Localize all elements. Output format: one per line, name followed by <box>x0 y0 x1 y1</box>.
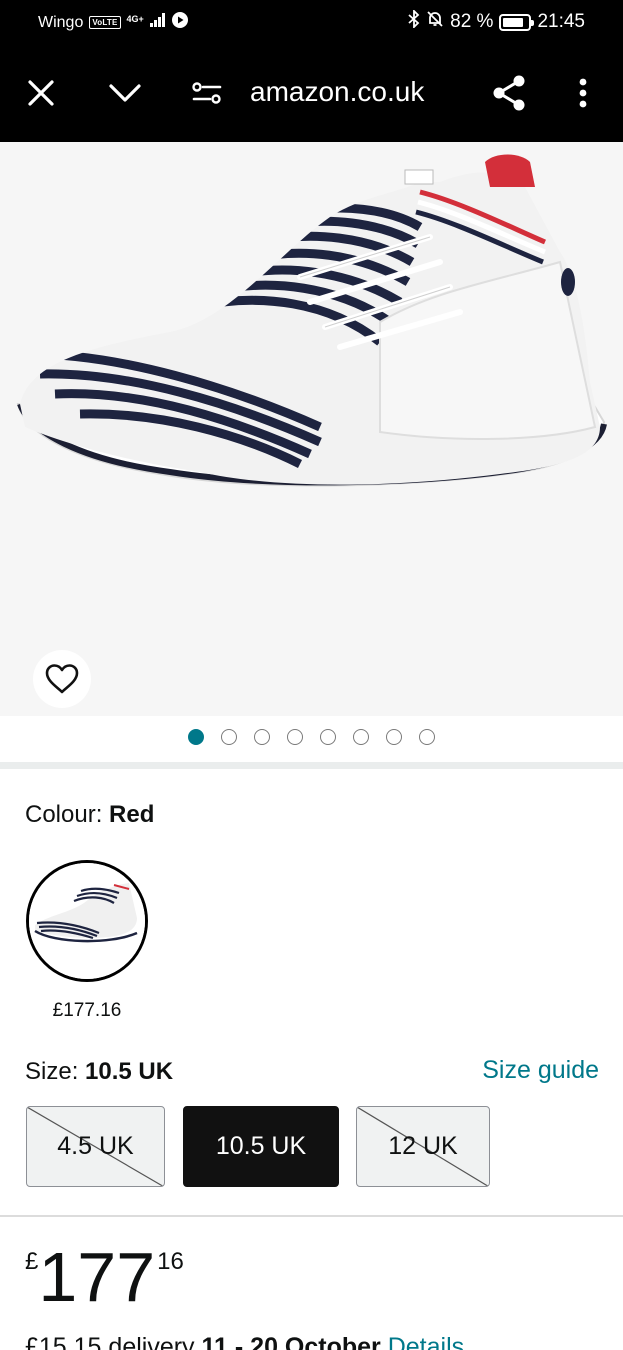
size-option-label: 12 UK <box>388 1132 458 1160</box>
delivery-cost: £15.15 delivery <box>25 1333 202 1350</box>
status-bar: Wingo VoLTE 4G+ 82 % 21:45 <box>0 0 623 44</box>
close-icon <box>28 80 54 106</box>
share-icon <box>493 75 525 111</box>
network-type: 4G+ <box>126 14 144 24</box>
more-vert-icon <box>579 78 587 108</box>
chevron-down-icon <box>109 84 141 102</box>
size-value: 10.5 UK <box>85 1058 174 1085</box>
battery-icon <box>499 13 535 31</box>
share-button[interactable] <box>486 70 532 116</box>
mute-bell-icon <box>426 10 444 34</box>
more-options-button[interactable] <box>560 70 606 116</box>
price-currency: £ <box>25 1248 39 1275</box>
colour-label: Colour: Red <box>25 801 154 829</box>
carousel-dot[interactable] <box>287 729 303 745</box>
site-settings-button[interactable] <box>184 70 230 116</box>
browser-toolbar: amazon.co.uk <box>0 44 623 142</box>
colour-swatch[interactable] <box>26 860 148 982</box>
product-image-gallery[interactable] <box>0 142 623 716</box>
carousel-dot[interactable] <box>386 729 402 745</box>
battery-percent: 82 % <box>450 11 494 32</box>
size-label: Size: 10.5 UK <box>25 1058 173 1086</box>
price: £ 177 16 <box>25 1240 184 1314</box>
section-separator <box>0 762 623 769</box>
swatch-price: £177.16 <box>52 1000 122 1021</box>
image-pagination <box>188 729 435 745</box>
product-image <box>16 154 607 487</box>
carousel-dot[interactable] <box>188 729 204 745</box>
delivery-info: £15.15 delivery 11 - 20 October Details <box>25 1333 464 1350</box>
signal-icon <box>149 13 166 32</box>
size-label-text: Size: <box>25 1058 86 1085</box>
site-settings-icon <box>192 82 222 104</box>
carousel-dot[interactable] <box>254 729 270 745</box>
heart-outline-icon <box>45 664 79 694</box>
swatch-thumbnail <box>29 863 145 979</box>
size-option-label: 4.5 UK <box>57 1132 134 1160</box>
carousel-dot[interactable] <box>353 729 369 745</box>
colour-value: Red <box>109 801 155 828</box>
close-button[interactable] <box>18 70 64 116</box>
carousel-dot[interactable] <box>221 729 237 745</box>
size-guide-link[interactable]: Size guide <box>482 1056 599 1085</box>
play-icon <box>171 12 188 33</box>
battery-fill <box>503 17 524 27</box>
delivery-details-link[interactable]: Details <box>388 1333 464 1350</box>
carousel-dot[interactable] <box>320 729 336 745</box>
delivery-dates: 11 - 20 October <box>201 1333 381 1350</box>
url-text[interactable]: amazon.co.uk <box>250 76 424 108</box>
price-whole: 177 <box>38 1238 156 1316</box>
size-option-label: 10.5 UK <box>215 1132 307 1160</box>
colour-label-text: Colour: <box>25 801 110 828</box>
price-fraction: 16 <box>157 1248 184 1275</box>
size-option-4-5[interactable]: 4.5 UK <box>26 1106 165 1187</box>
size-option-10-5[interactable]: 10.5 UK <box>183 1106 339 1187</box>
volte-icon: VoLTE <box>89 16 121 29</box>
minimize-button[interactable] <box>102 70 148 116</box>
size-option-12[interactable]: 12 UK <box>356 1106 490 1187</box>
bluetooth-icon <box>408 8 420 34</box>
wishlist-button[interactable] <box>33 650 91 708</box>
clock: 21:45 <box>537 11 585 32</box>
carrier-name: Wingo <box>38 13 84 31</box>
carousel-dot[interactable] <box>419 729 435 745</box>
section-divider <box>0 1215 623 1217</box>
